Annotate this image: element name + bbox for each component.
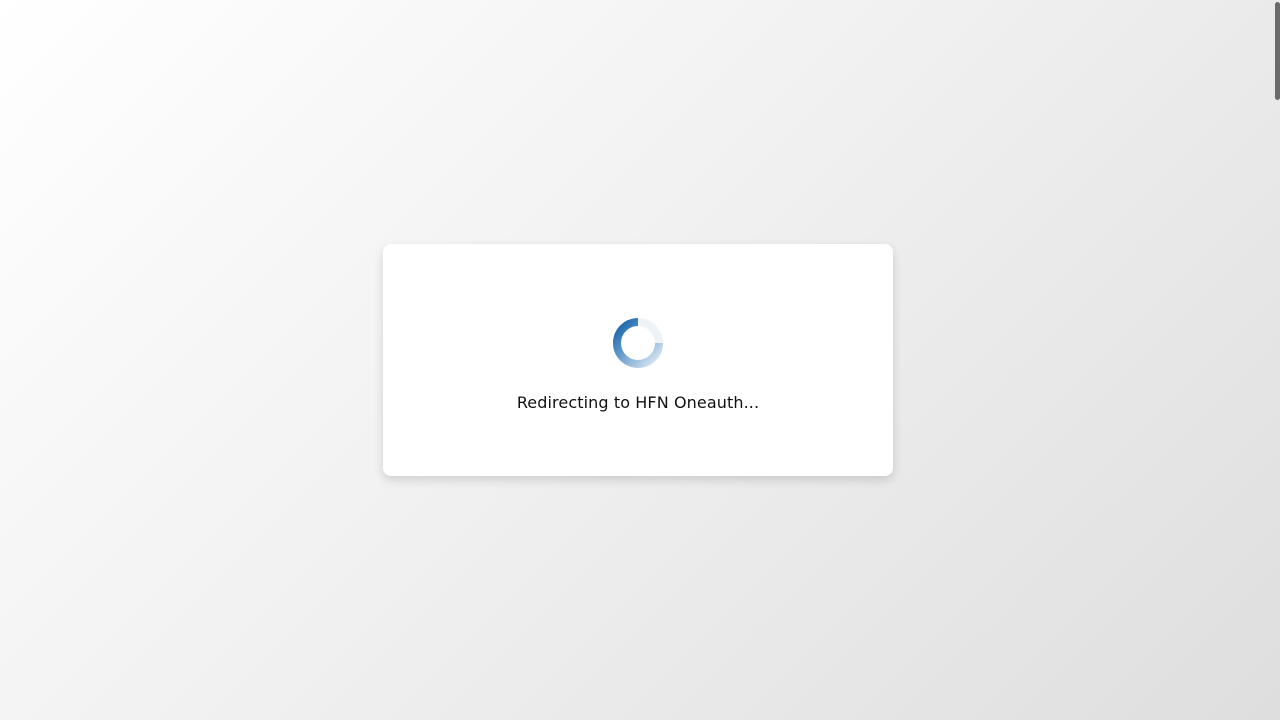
scrollbar-thumb[interactable] [1275, 2, 1280, 100]
loading-spinner-icon [613, 318, 663, 368]
redirect-message: Redirecting to HFN Oneauth... [516, 393, 760, 412]
vertical-scrollbar[interactable] [1275, 0, 1280, 720]
redirect-card: Redirecting to HFN Oneauth... [383, 244, 893, 476]
